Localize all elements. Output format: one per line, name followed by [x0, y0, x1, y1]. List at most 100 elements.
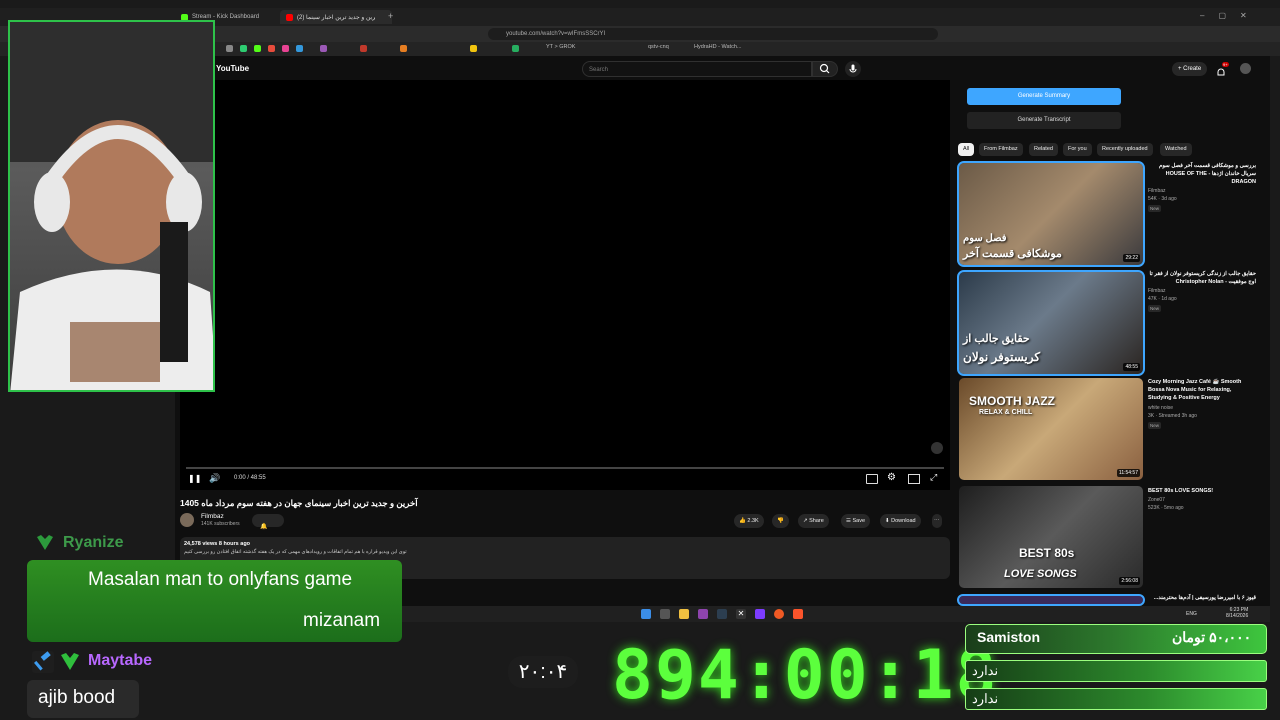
youtube-icon	[286, 13, 293, 21]
thumbnail-caption: RELAX & CHILL	[979, 409, 1033, 416]
clock-date: 8/14/2026	[1226, 613, 1249, 619]
bookmark-icon[interactable]	[268, 45, 275, 52]
bookmark-icon[interactable]	[512, 45, 519, 52]
language-indicator[interactable]: ENG	[1186, 611, 1197, 617]
fullscreen-icon[interactable]: ⤢	[930, 472, 937, 483]
new-tab-button[interactable]: +	[388, 11, 393, 21]
bookmark-hydrahd[interactable]: HydraHD - Watch...	[694, 44, 741, 50]
new-badge: New	[1148, 205, 1162, 212]
brave-icon[interactable]	[793, 609, 803, 619]
app-icon[interactable]	[717, 609, 727, 619]
thumbnail-caption: حقایق جالب از	[963, 333, 1030, 345]
url-field[interactable]: youtube.com/watch?v=wIFmsSSCrYI	[488, 28, 938, 40]
recommendation-title[interactable]: حقایق جالب از زندگی کریستوفر نولان از فق…	[1148, 270, 1256, 286]
chip-related[interactable]: Related	[1029, 143, 1058, 156]
bookmark-icon[interactable]	[470, 45, 477, 52]
progress-bar[interactable]	[186, 467, 944, 469]
bookmark-icon[interactable]	[320, 45, 327, 52]
channel-watermark[interactable]	[931, 442, 943, 454]
bookmark-icon[interactable]	[400, 45, 407, 52]
mic-icon	[849, 64, 857, 73]
volume-icon[interactable]: 🔊	[209, 473, 220, 484]
window-controls[interactable]: –▢✕	[1200, 11, 1261, 20]
task-view-icon[interactable]	[660, 609, 670, 619]
mic-button[interactable]	[845, 61, 861, 77]
chip-watched[interactable]: Watched	[1160, 143, 1192, 156]
chat-message-text: mizanam	[303, 610, 381, 631]
bookmark-icon[interactable]	[282, 45, 289, 52]
miniplayer-icon[interactable]	[908, 474, 920, 484]
views-meta: 24,578 views 8 hours ago	[184, 541, 251, 547]
generate-transcript-button[interactable]: Generate Transcript	[967, 112, 1121, 129]
settings-gear-icon[interactable]: ⚙	[887, 472, 896, 483]
bookmark-icon[interactable]	[296, 45, 303, 52]
thumbnail-caption: SMOOTH JAZZ	[969, 394, 1055, 408]
subscriber-count: 141K subscribers	[201, 521, 240, 527]
bookmark-icon[interactable]	[360, 45, 367, 52]
subscribed-bell-button[interactable]: 🔔	[252, 514, 284, 530]
download-button[interactable]: ⬇ Download	[880, 514, 921, 528]
bookmark-icon[interactable]	[240, 45, 247, 52]
chip-all[interactable]: All	[958, 143, 975, 156]
file-explorer-icon[interactable]	[679, 609, 689, 619]
donation-row: ندارد	[965, 660, 1267, 682]
recommendation-thumbnail[interactable]: BEST 80s LOVE SONGS 2:56:08	[959, 486, 1143, 588]
recommendation-thumbnail[interactable]: حقایق جالب از کریستوفر نولان 48:55	[957, 270, 1145, 376]
recommendation-channel[interactable]: Filmbaz	[1148, 288, 1166, 294]
search-input[interactable]: Search	[582, 61, 812, 77]
youtube-logo[interactable]: YouTube	[216, 64, 249, 73]
search-button[interactable]	[812, 61, 838, 77]
app-icon[interactable]	[698, 609, 708, 619]
create-button[interactable]: + Create	[1172, 62, 1208, 76]
start-icon[interactable]	[641, 609, 651, 619]
chip-for-you[interactable]: For you	[1063, 143, 1092, 156]
bookmark-qstv[interactable]: qstv-cnq	[648, 44, 669, 50]
bookmark-icon[interactable]	[254, 45, 261, 52]
tab-youtube[interactable]: (2) آخرین و جدید ترین اخبار سینما...	[280, 10, 392, 24]
recommendation-channel[interactable]: Filmbaz	[1148, 188, 1166, 194]
pause-icon[interactable]: ❚❚	[188, 474, 201, 483]
save-button[interactable]: ☰ Save	[841, 514, 871, 528]
recommendation-title[interactable]: BEST 80s LOVE SONGS!	[1148, 487, 1256, 495]
channel-name[interactable]: Filmbaz	[201, 513, 224, 520]
webcam-overlay	[8, 20, 215, 392]
video-duration: 48:55	[1123, 363, 1140, 371]
recommendation-meta: 523K · 5mo ago	[1148, 505, 1184, 511]
video-player[interactable]	[180, 80, 950, 490]
more-actions-button[interactable]: ⋯	[932, 514, 942, 528]
channel-avatar[interactable]	[180, 513, 194, 527]
chat-username: Maytabe	[88, 652, 153, 669]
bookmark-grok[interactable]: YT > GROK	[546, 44, 575, 50]
like-button[interactable]: 👍 2.3K	[734, 514, 764, 528]
recommendation-title[interactable]: Cozy Morning Jazz Café ☕ Smooth Bossa No…	[1148, 378, 1256, 402]
avatar[interactable]	[1240, 63, 1251, 74]
share-button[interactable]: ↗ Share	[798, 514, 829, 528]
recommendation-thumbnail[interactable]: فصل سوم موشکافی قسمت آخر 29:22	[957, 161, 1145, 267]
captions-icon[interactable]	[866, 474, 878, 484]
system-clock[interactable]: 6:23 PM 8/14/2026	[1226, 607, 1248, 619]
recommendation-meta: 3K · Streamed 3h ago	[1148, 413, 1197, 419]
recommendation-title[interactable]: قیوز ۶ با امیررضا پورسیفی | آدم‌ها محترم…	[1148, 594, 1256, 602]
recommendation-title[interactable]: بررسی و موشکافی قسمت آخر فصل سوم سریال خ…	[1148, 162, 1256, 186]
chip-from-filmbaz[interactable]: From Filmbaz	[979, 143, 1023, 156]
app-icon[interactable]	[755, 609, 765, 619]
browser-icon[interactable]	[774, 609, 784, 619]
tab-label: (2) آخرین و جدید ترین اخبار سینما...	[297, 14, 375, 21]
recommendation-channel[interactable]: white noise	[1148, 405, 1173, 411]
recommendation-thumbnail[interactable]	[957, 594, 1145, 606]
save-label: Save	[852, 518, 866, 524]
subathon-timer: 894:00:18	[612, 636, 999, 715]
video-duration: 29:22	[1123, 254, 1140, 262]
video-title: آخرین و جدید ترین اخبار سینمای جهان در ه…	[180, 498, 418, 508]
generate-summary-button[interactable]: Generate Summary	[967, 88, 1121, 105]
new-badge: New	[1148, 422, 1162, 429]
x-icon[interactable]: ✕	[736, 609, 746, 619]
dislike-button[interactable]: 👎	[772, 514, 789, 528]
recommendation-meta: 54K · 3d ago	[1148, 196, 1177, 202]
recommendation-channel[interactable]: Zone07	[1148, 497, 1165, 503]
bookmark-icon[interactable]	[226, 45, 233, 52]
chip-recently-uploaded[interactable]: Recently uploaded	[1097, 143, 1153, 156]
like-count: 2.3K	[747, 518, 759, 524]
chat-message-text: Masalan man to onlyfans game	[88, 569, 353, 590]
recommendation-thumbnail[interactable]: SMOOTH JAZZ RELAX & CHILL 11:54:57	[959, 378, 1143, 480]
